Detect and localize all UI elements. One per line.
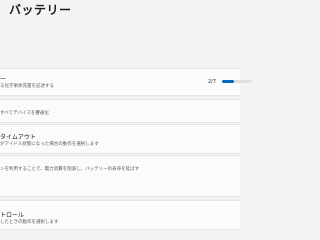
setting-card-devices[interactable]: すべてデバイスを響通化 xyxy=(0,99,240,123)
battery-count: 2/7 xyxy=(208,79,217,85)
setting-title: タイムアウト xyxy=(0,134,36,141)
battery-level-fill xyxy=(222,80,234,83)
setting-description: がアイドル状態になった場合の動作を選択します xyxy=(0,142,99,147)
battery-usage-card[interactable]: ー る化学果体充量を記述する xyxy=(0,68,240,96)
battery-usage-title: ー xyxy=(0,76,7,83)
setting-description: したときの動作を選択します xyxy=(0,220,59,225)
setting-description: ンを利用することで、電力消費を削減し、バッテリーの寿命を延ばす xyxy=(0,167,140,172)
battery-level-bar xyxy=(222,80,252,83)
battery-usage-description: る化学果体充量を記述する xyxy=(0,84,54,89)
setting-card-timeout[interactable]: タイムアウト がアイドル状態になった場合の動作を選択します xyxy=(0,124,240,154)
setting-card-battery-saver[interactable]: ンを利用することで、電力消費を削減し、バッテリーの寿命を延ばす xyxy=(0,155,240,197)
setting-card-lid-control[interactable]: トロール したときの動作を選択します xyxy=(0,200,240,230)
page-title: バッテリー xyxy=(9,3,72,17)
setting-description: すべてデバイスを響通化 xyxy=(0,111,49,116)
setting-title: トロール xyxy=(0,212,25,219)
